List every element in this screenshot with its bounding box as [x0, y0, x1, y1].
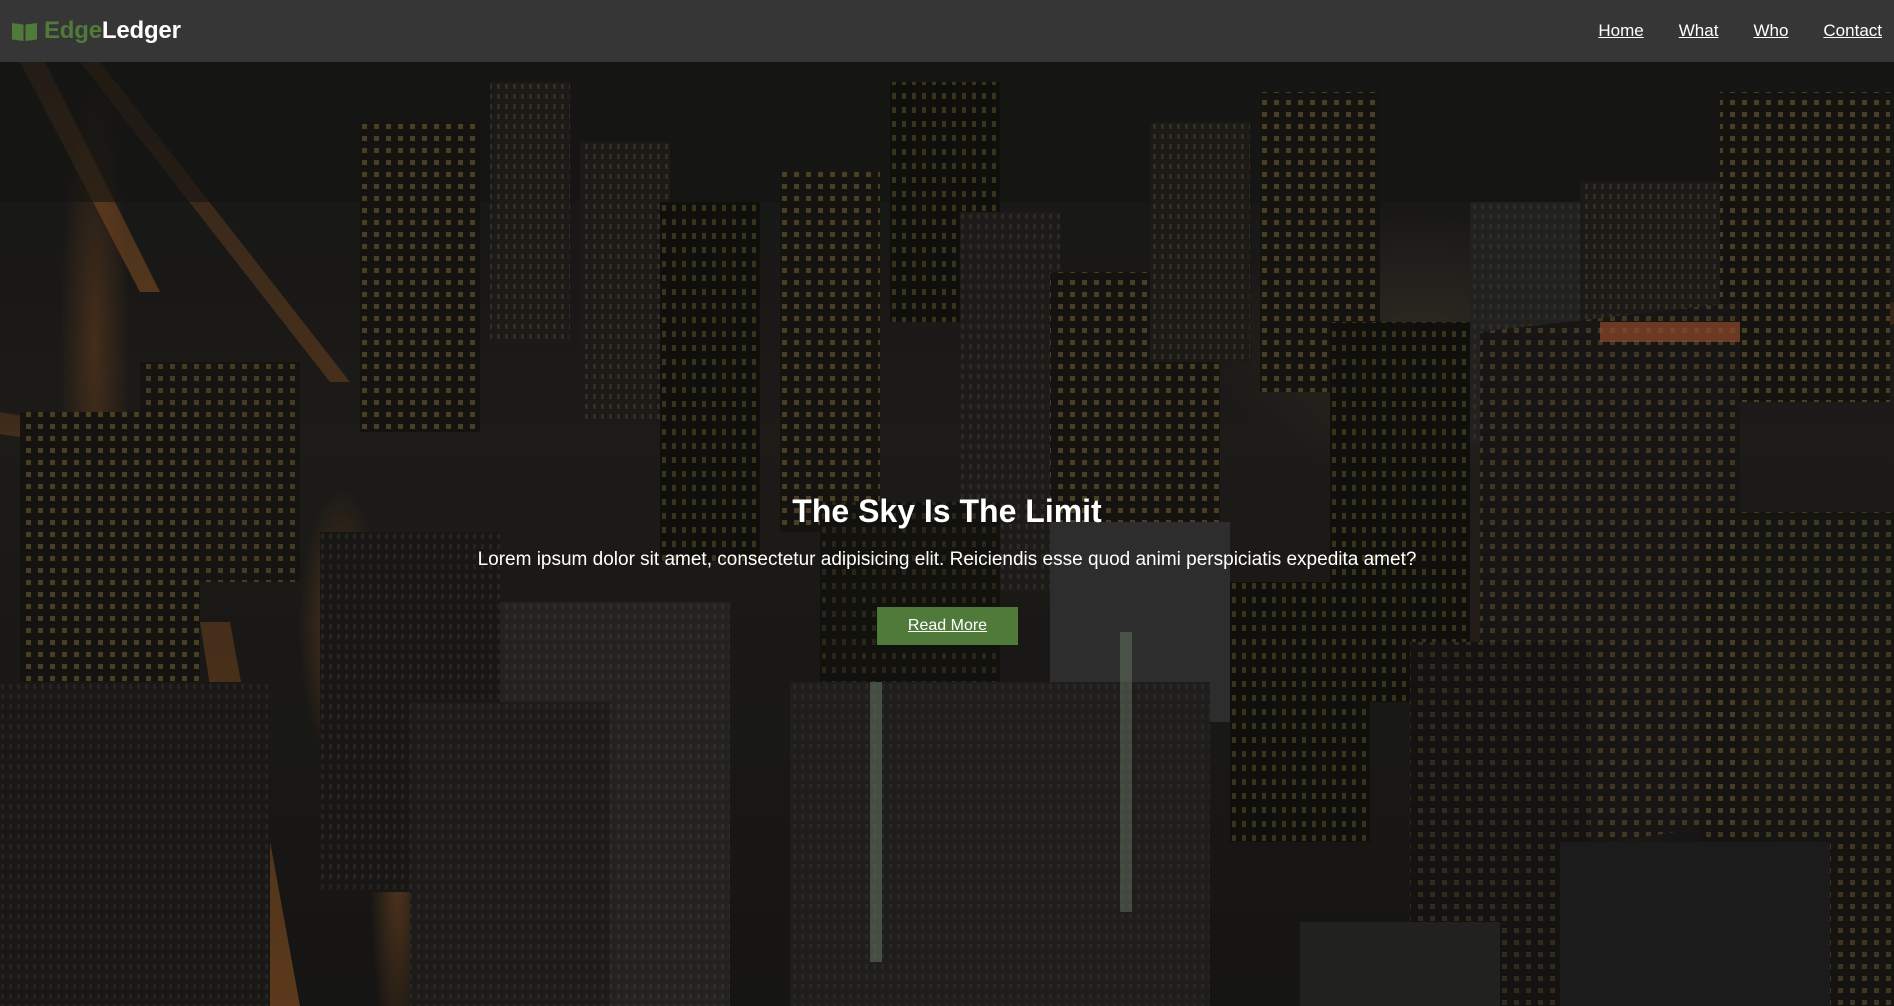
brand-logo-link[interactable]: EdgeLedger: [11, 17, 181, 45]
hero-title: The Sky Is The Limit: [792, 493, 1102, 529]
hero-content: The Sky Is The Limit Lorem ipsum dolor s…: [0, 62, 1894, 1006]
nav-item-who: Who: [1753, 21, 1788, 41]
brand-name: EdgeLedger: [44, 17, 181, 45]
nav-link-who[interactable]: Who: [1753, 21, 1788, 40]
brand-name-edge: Edge: [44, 17, 102, 44]
hero-description: Lorem ipsum dolor sit amet, consectetur …: [477, 549, 1417, 570]
nav-menu: Home What Who Contact: [1563, 21, 1882, 41]
brand-name-ledger: Ledger: [101, 17, 181, 44]
nav-item-home: Home: [1598, 21, 1643, 41]
nav-item-contact: Contact: [1823, 21, 1882, 41]
book-icon: [12, 22, 37, 41]
nav-link-home[interactable]: Home: [1598, 21, 1643, 40]
nav-item-what: What: [1679, 21, 1719, 41]
nav-link-what[interactable]: What: [1679, 21, 1719, 40]
hero-section: The Sky Is The Limit Lorem ipsum dolor s…: [0, 62, 1894, 1006]
navbar: EdgeLedger Home What Who Contact: [0, 0, 1894, 62]
read-more-button[interactable]: Read More: [877, 607, 1018, 645]
nav-link-contact[interactable]: Contact: [1823, 21, 1882, 40]
